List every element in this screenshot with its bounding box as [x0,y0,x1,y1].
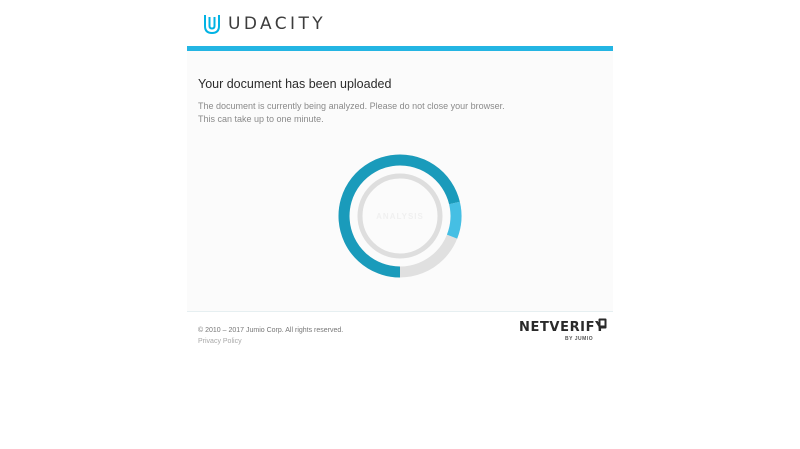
upload-status-card: Your document has been uploaded The docu… [187,46,613,311]
page: UDACITY Your document has been uploaded … [0,0,800,449]
footer-divider [187,311,613,312]
netverify-logo: NETVERIFY BY JUMIO [519,318,609,344]
status-title: Your document has been uploaded [198,77,392,91]
analysis-progress-ring: ANALYSIS [333,149,467,283]
netverify-byline: BY JUMIO [565,336,594,342]
copyright-text: © 2010 – 2017 Jumio Corp. All rights res… [198,327,344,334]
privacy-policy-link[interactable]: Privacy Policy [198,338,242,345]
brand-name: UDACITY [228,14,327,34]
analysis-label: ANALYSIS [376,211,424,221]
netverify-wordmark: NETVERIFY [519,320,606,335]
status-message: The document is currently being analyzed… [198,100,505,125]
udacity-u-icon [204,15,220,35]
udacity-logo[interactable]: UDACITY [203,12,326,36]
status-message-line: The document is currently being analyzed… [198,101,505,111]
jumio-badge-icon [598,318,607,329]
status-message-line: This can take up to one minute. [198,113,324,124]
